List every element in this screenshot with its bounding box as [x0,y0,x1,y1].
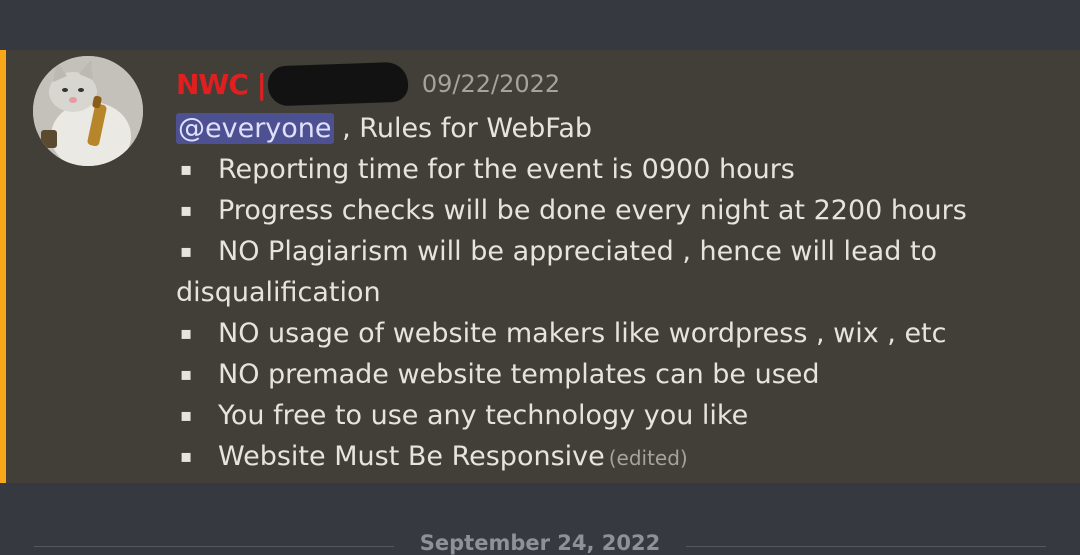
message-item[interactable]: NWC | 09/22/2022 @everyone , Rules for We… [0,50,1080,483]
list-item: ▪ Reporting time for the event is 0900 ho… [176,149,1056,190]
bullet-icon: ▪ [180,405,193,426]
bullet-icon: ▪ [180,241,193,262]
list-item-text: NO Plagiarism will be appreciated , henc… [218,236,938,267]
list-item-text: Website Must Be Responsive [218,441,605,472]
date-divider: September 24, 2022 [419,531,661,555]
mention-everyone[interactable]: @everyone [176,113,334,144]
message-content: @everyone , Rules for WebFab ▪ Reporting … [176,108,1056,479]
bullet-icon: ▪ [180,200,193,221]
mention-highlight-bar [0,50,6,483]
list-item: ▪ NO Plagiarism will be appreciated , hen… [176,231,1056,272]
cat-avatar-icon [33,56,143,166]
username[interactable]: NWC | [176,68,267,101]
bullet-icon: ▪ [180,364,193,385]
list-item-text: Progress checks will be done every night… [218,195,967,226]
avatar[interactable] [33,56,143,166]
date-divider-line-left [34,546,394,547]
channel-top-area [0,0,1080,50]
bullet-icon: ▪ [180,323,193,344]
list-item: ▪ You free to use any technology you like [176,395,1056,436]
list-item: ▪ Website Must Be Responsive (edited) [176,436,1056,479]
redaction-scribble [267,61,409,107]
list-item: ▪ NO premade website templates can be use… [176,354,1056,395]
date-divider-line-right [686,546,1046,547]
edited-label: (edited) [608,446,688,470]
message-title-line: @everyone , Rules for WebFab [176,108,1056,149]
message-title: , Rules for WebFab [333,113,593,144]
list-item-continuation: disqualification [176,277,381,308]
list-item: ▪ NO usage of website makers like wordpre… [176,313,1056,354]
list-item-text: NO premade website templates can be used [218,359,820,390]
bullet-icon: ▪ [180,159,193,180]
list-item-text: Reporting time for the event is 0900 hou… [218,154,795,185]
bullet-icon: ▪ [180,446,193,467]
list-item-text: You free to use any technology you like [218,400,749,431]
list-item: ▪ Progress checks will be done every nigh… [176,190,1056,231]
message-header: NWC | 09/22/2022 [176,61,560,107]
timestamp[interactable]: 09/22/2022 [422,70,560,98]
list-item-text: NO usage of website makers like wordpres… [218,318,947,349]
